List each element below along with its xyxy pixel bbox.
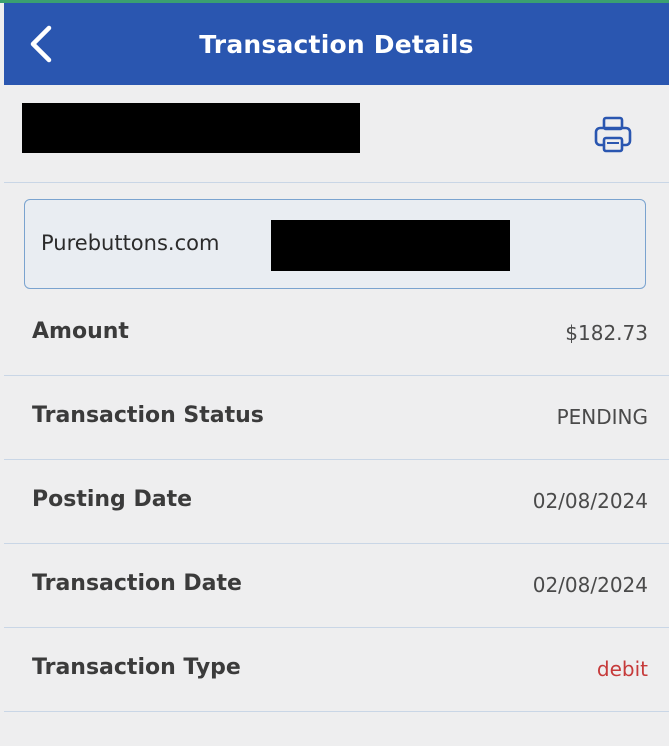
posting-date-label: Posting Date (32, 487, 193, 512)
app-header: Transaction Details (4, 3, 669, 85)
transaction-date-value: 02/08/2024 (532, 573, 648, 597)
detail-row-status: Transaction Status PENDING (4, 376, 669, 460)
detail-row-transaction-type: Transaction Type debit (4, 628, 669, 712)
detail-row-transaction-date: Transaction Date 02/08/2024 (4, 544, 669, 628)
redacted-account-name (22, 103, 360, 153)
redacted-merchant-detail (271, 220, 510, 271)
chevron-left-icon (30, 25, 52, 63)
detail-row-amount: Amount $182.73 (4, 292, 669, 376)
merchant-card: Purebuttons.com (24, 199, 646, 289)
transaction-details-screen: Transaction Details Purebuttons.com Amou… (0, 0, 669, 746)
amount-value: $182.73 (565, 321, 648, 345)
posting-date-value: 02/08/2024 (532, 489, 648, 513)
back-button[interactable] (18, 21, 64, 67)
page-title: Transaction Details (199, 29, 474, 59)
detail-row-posting-date: Posting Date 02/08/2024 (4, 460, 669, 544)
transaction-type-label: Transaction Type (32, 655, 241, 680)
amount-label: Amount (32, 319, 129, 344)
printer-icon (594, 116, 632, 153)
transaction-date-label: Transaction Date (32, 571, 242, 596)
transaction-type-value: debit (596, 657, 648, 681)
account-row (4, 85, 669, 183)
merchant-name: Purebuttons.com (41, 231, 220, 255)
transaction-status-label: Transaction Status (32, 403, 264, 428)
print-button[interactable] (590, 113, 636, 157)
transaction-status-value: PENDING (556, 405, 648, 429)
